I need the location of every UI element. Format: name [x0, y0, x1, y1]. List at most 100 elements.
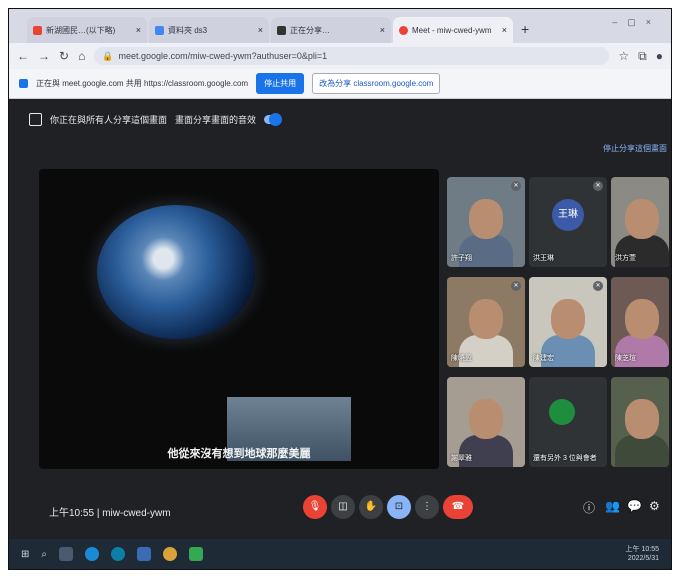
tab-1[interactable]: 新湖國民…(以下略) ×	[27, 17, 147, 43]
person-face	[551, 299, 585, 339]
mic-toggle-button[interactable]: 🎙	[303, 495, 327, 519]
person-body	[615, 435, 669, 467]
chat-icon[interactable]: 💬	[627, 499, 642, 513]
address-bar-row: ← → ↻ ⌂ 🔒 meet.google.com/miw-cwed-ywm?a…	[9, 43, 671, 69]
mic-off-icon: ✕	[593, 181, 603, 191]
person-face	[625, 199, 659, 239]
participant-name: 謝翠雅	[451, 455, 472, 462]
meet-icon	[399, 25, 408, 35]
tab-title: 資料夾 ds3	[168, 25, 208, 35]
tab-title: 新湖國民…(以下略)	[46, 25, 116, 35]
chrome-icon[interactable]	[163, 547, 177, 561]
meet-window: 你正在與所有人分享這個畫面 畫面分享畫面的音效 停止分享這個畫面 他從來沒有想到…	[9, 99, 671, 539]
audio-share-label: 畫面分享畫面的音效	[175, 115, 257, 125]
gmail-icon	[33, 25, 42, 35]
close-icon[interactable]: ×	[380, 25, 385, 35]
audio-share-toggle[interactable]	[264, 113, 283, 126]
participant-name: 洪方萱	[615, 255, 636, 262]
mic-off-icon: ✕	[593, 281, 603, 291]
tab-title: Meet - miw-cwed-ywm	[412, 25, 492, 35]
participant-tile[interactable]: ✕ 陳曉盈	[447, 277, 525, 367]
meet-app-icon[interactable]	[189, 547, 203, 561]
meeting-info: 上午10:55 | miw-cwed-ywm	[49, 504, 171, 519]
participant-tile[interactable]: ✕ 陳建宏	[529, 277, 607, 367]
mic-off-icon: ✕	[511, 181, 521, 191]
info-icon[interactable]: ⓘ	[583, 499, 595, 516]
clock-time: 上午 10:55	[625, 546, 659, 553]
participant-name: 陳曉盈	[451, 355, 472, 362]
back-icon[interactable]: ←	[17, 49, 29, 63]
task-view-icon[interactable]	[59, 547, 73, 561]
reload-icon[interactable]: ↻	[59, 49, 69, 63]
clock-date: 2022/5/31	[627, 555, 659, 562]
raise-hand-button[interactable]: ✋	[359, 495, 383, 519]
share-status-text: 正在與 meet.google.com 共用 https://classroom…	[36, 79, 249, 88]
share-icon	[277, 25, 286, 35]
participant-tile[interactable]: 陳芝瑄	[611, 277, 669, 367]
participant-tile[interactable]	[611, 377, 669, 467]
person-face	[625, 299, 659, 339]
presenting-notice: 你正在與所有人分享這個畫面 畫面分享畫面的音效	[29, 113, 283, 126]
participant-tile[interactable]: 王琳 ✕ 洪王琳	[529, 177, 607, 267]
profile-icon[interactable]: ●	[656, 49, 663, 63]
url-field[interactable]: 🔒 meet.google.com/miw-cwed-ywm?authuser=…	[94, 47, 610, 65]
earth-image	[97, 205, 255, 339]
tab-meet[interactable]: Meet - miw-cwed-ywm ×	[393, 17, 513, 43]
mic-off-icon: ✕	[511, 281, 521, 291]
screen-share-bar: 正在與 meet.google.com 共用 https://classroom…	[9, 69, 671, 99]
present-button[interactable]: ⊡	[387, 495, 411, 519]
more-options-button[interactable]: ⋮	[415, 495, 439, 519]
stop-presenting-link[interactable]: 停止分享這個畫面	[603, 143, 667, 154]
more-avatars-icon	[549, 399, 575, 425]
person-face	[469, 299, 503, 339]
participant-tile[interactable]: ✕ 許子翔	[447, 177, 525, 267]
share-status-icon	[19, 79, 28, 88]
close-icon[interactable]: ×	[136, 25, 141, 35]
system-clock[interactable]: 上午 10:55 2022/5/31	[626, 545, 659, 563]
present-icon	[29, 113, 42, 126]
os-taskbar: ⊞ ⌕ 上午 10:55 2022/5/31	[9, 539, 671, 569]
bookmark-star-icon[interactable]: ☆	[618, 49, 629, 63]
browser-tab-bar: 新湖國民…(以下略) × 資料夾 ds3 × 正在分享… × Meet - mi…	[9, 9, 671, 43]
participant-tile[interactable]: 謝翠雅	[447, 377, 525, 467]
home-icon[interactable]: ⌂	[78, 49, 85, 63]
browser-icon[interactable]	[111, 547, 125, 561]
tab-title: 正在分享…	[290, 25, 330, 35]
participant-name: 洪王琳	[533, 255, 554, 262]
url-text: meet.google.com/miw-cwed-ywm?authuser=0&…	[118, 51, 328, 61]
stop-sharing-button[interactable]: 停止共用	[256, 73, 305, 94]
forward-icon[interactable]: →	[38, 49, 50, 63]
meet-controls: 上午10:55 | miw-cwed-ywm 🎙 ◫ ✋ ⊡ ⋮ ☎ ⓘ 👥 💬…	[9, 479, 671, 539]
participant-name: 陳芝瑄	[615, 355, 636, 362]
new-tab-icon[interactable]: +	[521, 21, 529, 37]
doc-icon	[155, 25, 164, 35]
lock-icon: 🔒	[102, 50, 114, 61]
switch-share-button[interactable]: 改為分享 classroom.google.com	[312, 73, 441, 94]
activities-icon[interactable]: ⚙	[649, 499, 660, 513]
camera-toggle-button[interactable]: ◫	[331, 495, 355, 519]
extensions-icon[interactable]: ⧉	[638, 49, 647, 64]
more-participants-tile[interactable]: 還有另外 3 位與會者	[529, 377, 607, 467]
meeting-time: 上午10:55	[49, 508, 95, 519]
person-face	[625, 399, 659, 439]
presenting-text: 你正在與所有人分享這個畫面	[50, 115, 168, 125]
person-face	[469, 199, 503, 239]
participant-name: 陳建宏	[533, 355, 554, 362]
tab-3[interactable]: 正在分享… ×	[271, 17, 391, 43]
more-participants-label: 還有另外 3 位與會者	[533, 455, 597, 462]
people-icon[interactable]: 👥	[605, 499, 620, 513]
windows-start-icon[interactable]: ⊞	[21, 549, 29, 560]
video-subtitle: 他從來沒有想到地球那麼美麗	[167, 448, 311, 460]
close-icon[interactable]: ×	[502, 25, 507, 35]
leave-call-button[interactable]: ☎	[443, 495, 473, 519]
close-icon[interactable]: ×	[258, 25, 263, 35]
participant-name: 許子翔	[451, 255, 472, 262]
tab-2[interactable]: 資料夾 ds3 ×	[149, 17, 269, 43]
app-icon[interactable]	[137, 547, 151, 561]
edge-icon[interactable]	[85, 547, 99, 561]
window-controls-icon[interactable]: –▢×	[612, 17, 661, 28]
search-icon[interactable]: ⌕	[41, 549, 47, 560]
participant-tile[interactable]: 洪方萱	[611, 177, 669, 267]
meeting-code: miw-cwed-ywm	[102, 508, 171, 519]
shared-screen: 他從來沒有想到地球那麼美麗	[39, 169, 439, 469]
